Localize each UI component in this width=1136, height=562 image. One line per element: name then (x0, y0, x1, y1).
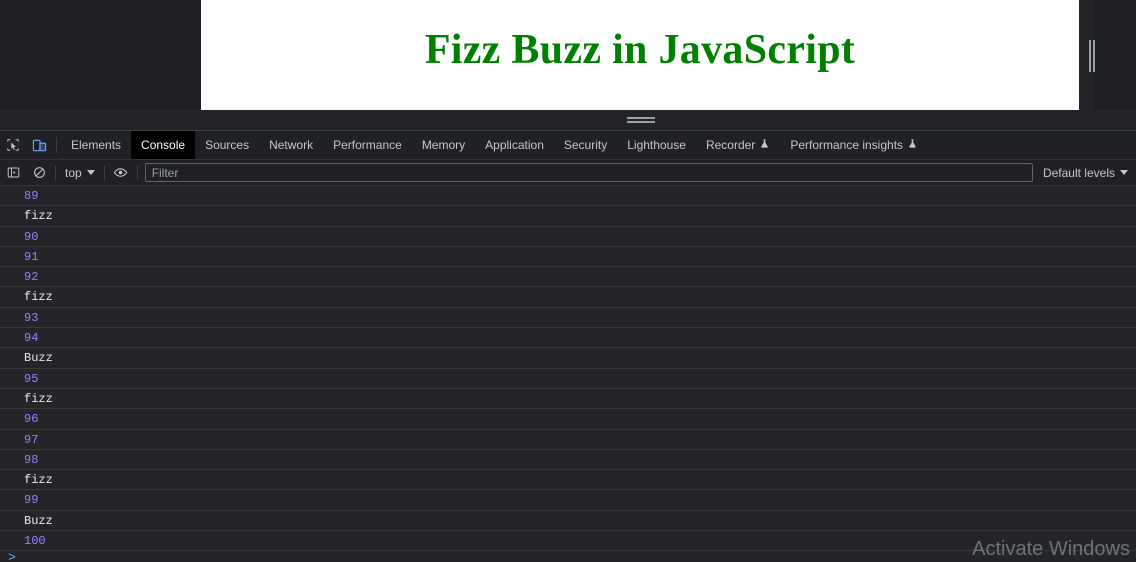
tab-lighthouse[interactable]: Lighthouse (617, 131, 696, 159)
toolbar-divider (103, 165, 105, 180)
inspect-element-icon[interactable] (0, 131, 26, 159)
console-output[interactable]: 89 fizz 90 91 92 fizz 93 94 Buzz 95 fizz 96 97 98 fizz… (0, 186, 1136, 561)
toolbar-divider (136, 165, 138, 180)
prompt-chevron-icon: > (8, 550, 16, 561)
console-log-row: Buzz (0, 348, 1136, 369)
chevron-down-icon (1120, 170, 1128, 175)
console-log-row: 91 (0, 247, 1136, 268)
tab-application[interactable]: Application (475, 131, 554, 159)
viewport-width-resize-handle[interactable] (1086, 40, 1098, 72)
console-log-row: 92 (0, 267, 1136, 288)
console-log-row: Buzz (0, 511, 1136, 532)
tab-label: Performance insights (790, 138, 904, 152)
console-log-row: 90 (0, 227, 1136, 247)
console-log-row: 89 (0, 186, 1136, 207)
tab-label: Memory (421, 138, 466, 152)
console-filter-input[interactable] (144, 163, 1033, 182)
console-log-row: 95 (0, 369, 1136, 389)
tab-security[interactable]: Security (554, 131, 617, 159)
tab-sources[interactable]: Sources (195, 131, 259, 159)
tab-label: Application (485, 138, 544, 152)
tab-console[interactable]: Console (131, 131, 196, 159)
device-toolbar-icon[interactable] (26, 131, 52, 159)
console-log-row: 94 (0, 328, 1136, 349)
log-levels-dropdown[interactable]: Default levels (1037, 166, 1136, 180)
console-log-row: 98 (0, 450, 1136, 471)
console-log-row: 97 (0, 430, 1136, 450)
live-expression-eye-icon[interactable] (108, 160, 134, 186)
console-log-row: fizz (0, 470, 1136, 491)
tab-label: Lighthouse (627, 138, 686, 152)
log-levels-label: Default levels (1042, 165, 1115, 180)
tab-label: Recorder (705, 138, 756, 152)
tab-label: Console (141, 138, 186, 152)
toolbar-divider (56, 137, 57, 153)
emulated-device-frame: Fizz Buzz in JavaScript (201, 0, 1095, 110)
tab-network[interactable]: Network (259, 131, 323, 159)
console-log-row: fizz (0, 287, 1136, 308)
tab-label: Network (269, 138, 314, 152)
experiment-flask-icon (907, 138, 918, 152)
tab-performance-insights[interactable]: Performance insights (780, 131, 928, 159)
console-prompt[interactable]: > (0, 551, 1136, 561)
page-title: Fizz Buzz in JavaScript (424, 27, 856, 73)
toolbar-divider (55, 165, 56, 180)
console-log-row: 96 (0, 409, 1136, 430)
tab-recorder[interactable]: Recorder (696, 131, 780, 159)
devtools-splitter[interactable] (0, 110, 1136, 130)
tab-label: Elements (71, 138, 122, 152)
devtools-tabbar: Elements Console Sources Network Perform… (0, 131, 1136, 160)
console-log-row: fizz (0, 206, 1136, 227)
tab-performance[interactable]: Performance (323, 131, 412, 159)
experiment-flask-icon (759, 138, 770, 152)
web-page-content: Fizz Buzz in JavaScript (201, 0, 1079, 110)
tab-label: Security (563, 138, 608, 152)
devtools-window: Fizz Buzz in JavaScript Elements Console… (0, 0, 1136, 562)
chevron-down-icon (86, 170, 95, 175)
devtools-drag-handle[interactable] (627, 116, 655, 125)
console-sidebar-icon[interactable] (0, 160, 26, 186)
tab-elements[interactable]: Elements (61, 131, 131, 159)
tab-memory[interactable]: Memory (412, 131, 475, 159)
console-log-row: 100 (0, 531, 1136, 552)
execution-context-dropdown[interactable]: top (59, 166, 101, 180)
console-log-row: 93 (0, 308, 1136, 329)
devtools-panel: Elements Console Sources Network Perform… (0, 130, 1136, 562)
tab-label: Sources (205, 138, 250, 152)
execution-context-label: top (65, 165, 82, 180)
console-toolbar: top Default levels (0, 160, 1136, 186)
console-log-row: 99 (0, 490, 1136, 511)
console-log-row: fizz (0, 389, 1136, 410)
tab-label: Performance (333, 138, 402, 152)
clear-console-icon[interactable] (26, 160, 52, 186)
